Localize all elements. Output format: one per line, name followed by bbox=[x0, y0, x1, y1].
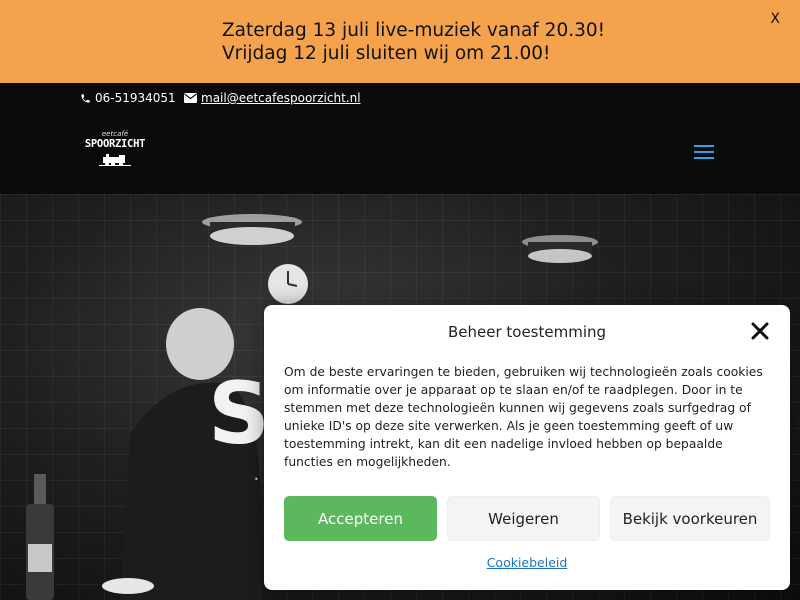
announcement-text: Zaterdag 13 juli live-muziek vanaf 20.30… bbox=[222, 19, 605, 65]
email-address: mail@eetcafespoorzicht.nl bbox=[201, 91, 361, 105]
announcement-line-2: Vrijdag 12 juli sluiten wij om 21.00! bbox=[222, 43, 551, 64]
cookie-policy-link[interactable]: Cookiebeleid bbox=[264, 555, 790, 570]
deny-button[interactable]: Weigeren bbox=[447, 496, 600, 541]
contact-bar: 06-51934051 mail@eetcafespoorzicht.nl bbox=[0, 83, 800, 114]
site-logo[interactable]: eetcafé SPOORZICHT bbox=[84, 130, 146, 176]
announcement-close-button[interactable]: X bbox=[770, 11, 780, 27]
logo-title: SPOORZICHT bbox=[84, 138, 146, 150]
phone-link[interactable]: 06-51934051 bbox=[80, 91, 176, 105]
site-header: eetcafé SPOORZICHT bbox=[0, 114, 800, 194]
logo-subtitle: eetcafé bbox=[101, 130, 129, 138]
coaster-icon bbox=[102, 578, 154, 594]
cookie-consent-dialog: Beheer toestemming Om de beste ervaringe… bbox=[264, 305, 790, 590]
dialog-message: Om de beste ervaringen te bieden, gebrui… bbox=[284, 365, 763, 469]
accept-button[interactable]: Accepteren bbox=[284, 496, 437, 541]
phone-icon bbox=[81, 93, 90, 103]
wall-clock-icon bbox=[268, 264, 308, 304]
view-preferences-button[interactable]: Bekijk voorkeuren bbox=[610, 496, 770, 541]
ceiling-lamp-icon bbox=[522, 235, 598, 263]
announcement-line-1: Zaterdag 13 juli live-muziek vanaf 20.30… bbox=[222, 20, 606, 41]
ceiling-lamp-icon bbox=[202, 214, 302, 245]
train-icon bbox=[99, 154, 131, 166]
hamburger-icon[interactable] bbox=[694, 145, 714, 159]
phone-number: 06-51934051 bbox=[95, 91, 176, 105]
email-link[interactable]: mail@eetcafespoorzicht.nl bbox=[184, 91, 361, 105]
envelope-icon bbox=[184, 93, 197, 103]
dialog-title: Beheer toestemming bbox=[447, 323, 607, 341]
close-icon[interactable] bbox=[751, 322, 769, 340]
beer-bottle-icon bbox=[26, 474, 54, 600]
announcement-bar: Zaterdag 13 juli live-muziek vanaf 20.30… bbox=[0, 0, 800, 83]
